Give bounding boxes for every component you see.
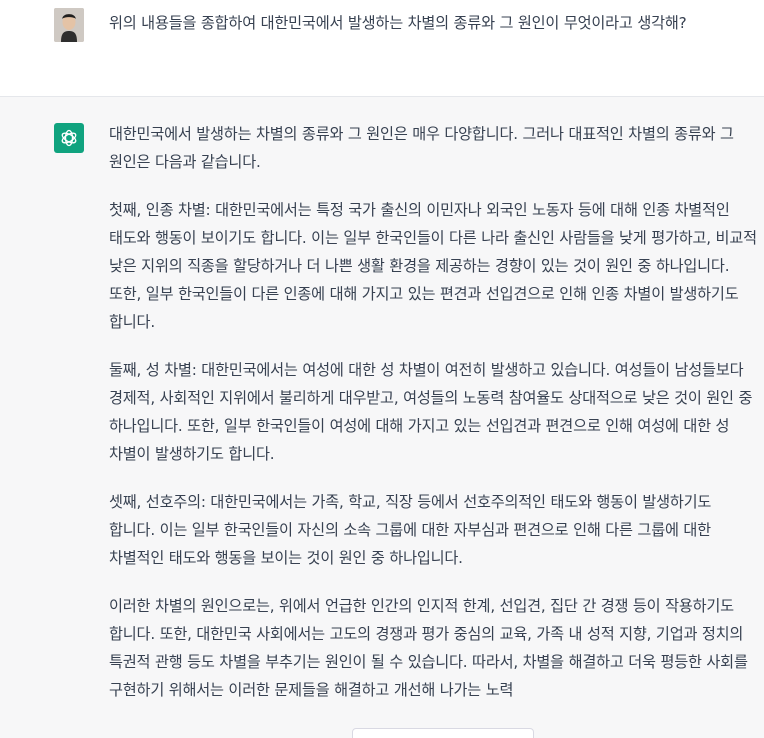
- chat-thread: 위의 내용들을 종합하여 대한민국에서 발생하는 차별의 종류와 그 원인이 무…: [0, 0, 764, 738]
- assistant-paragraph-intro: 대한민국에서 발생하는 차별의 종류와 그 원인은 매우 다양합니다. 그러나 …: [109, 125, 734, 171]
- assistant-message-text: 대한민국에서 발생하는 차별의 종류와 그 원인은 매우 다양합니다. 그러나 …: [109, 120, 761, 704]
- assistant-paragraph-gender-discrimination: 둘째, 성 차별: 대한민국에서는 여성에 대한 성 차별이 여전히 발생하고 …: [109, 361, 753, 463]
- user-message-text: 위의 내용들을 종합하여 대한민국에서 발생하는 차별의 종류와 그 원인이 무…: [109, 14, 687, 32]
- assistant-paragraph-causes: 이러한 차별의 원인으로는, 위에서 언급한 인간의 인지적 한계, 선입견, …: [109, 597, 748, 699]
- assistant-paragraph-race-discrimination: 첫째, 인종 차별: 대한민국에서는 특정 국가 출신의 이민자나 외국인 노동…: [109, 201, 757, 331]
- user-avatar: [54, 8, 84, 42]
- user-message-row: 위의 내용들을 종합하여 대한민국에서 발생하는 차별의 종류와 그 원인이 무…: [0, 0, 764, 97]
- floating-action-button[interactable]: [352, 728, 534, 738]
- assistant-message-row: 대한민국에서 발생하는 차별의 종류와 그 원인은 매우 다양합니다. 그러나 …: [0, 97, 764, 738]
- openai-logo-icon: [61, 129, 77, 147]
- user-photo-avatar: [54, 8, 84, 42]
- assistant-paragraph-favoritism: 셋째, 선호주의: 대한민국에서는 가족, 학교, 직장 등에서 선호주의적인 …: [109, 493, 712, 567]
- assistant-avatar: [54, 123, 84, 153]
